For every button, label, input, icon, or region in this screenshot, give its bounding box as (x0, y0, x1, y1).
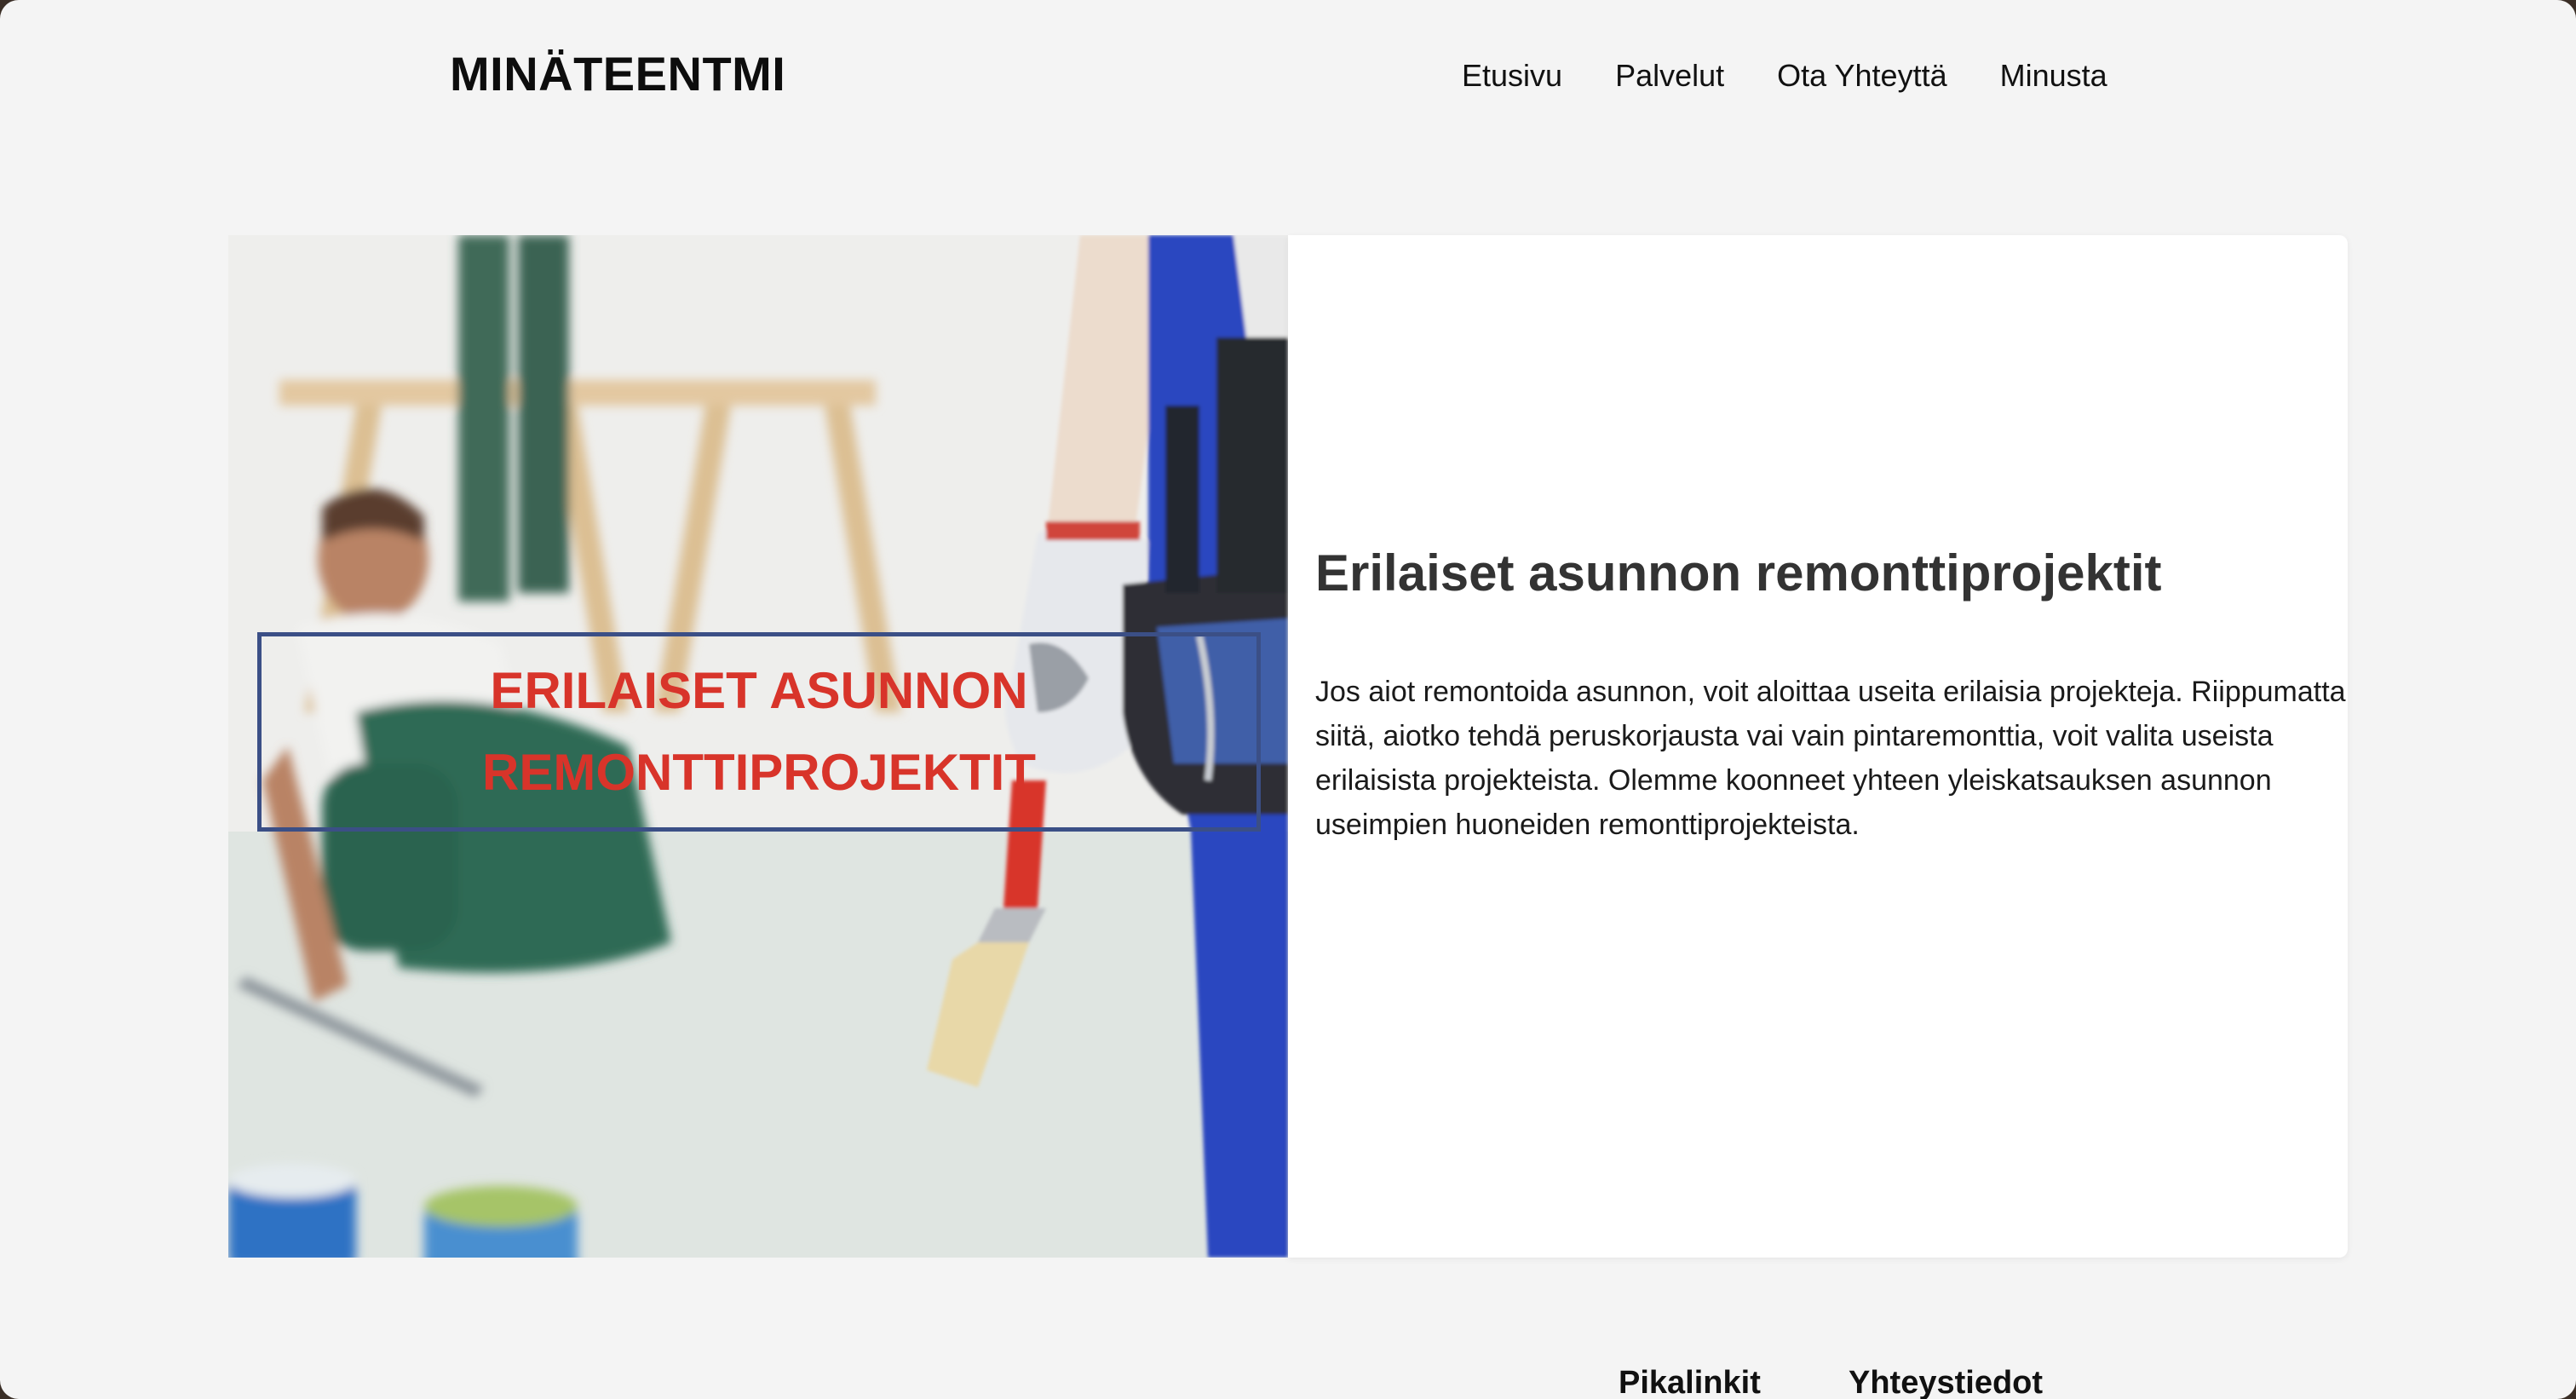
nav-link-palvelut[interactable]: Palvelut (1615, 58, 1724, 94)
hero-section: ERILAISET ASUNNON REMONTTIPROJEKTIT Eril… (228, 235, 2348, 1258)
nav-link-minusta[interactable]: Minusta (2000, 58, 2107, 94)
main-nav: Etusivu Palvelut Ota Yhteyttä Minusta (1462, 58, 2107, 94)
nav-link-etusivu[interactable]: Etusivu (1462, 58, 1562, 94)
hero-paragraph: Jos aiot remontoida asunnon, voit aloitt… (1315, 676, 2346, 841)
page: MINÄTEENTMI Etusivu Palvelut Ota Yhteytt… (0, 0, 2576, 1399)
hero-heading: Erilaiset asunnon remonttiprojektit (1315, 544, 2162, 602)
hero-overlay-title: ERILAISET ASUNNON REMONTTIPROJEKTIT (481, 662, 1036, 801)
footer-quicklinks-title: Pikalinkit (1619, 1365, 1761, 1399)
nav-link-ota-yhteytta[interactable]: Ota Yhteyttä (1777, 58, 1946, 94)
hero-image: ERILAISET ASUNNON REMONTTIPROJEKTIT (228, 235, 1288, 1258)
footer-contact-title: Yhteystiedot (1849, 1365, 2044, 1399)
hero-overlay-box: ERILAISET ASUNNON REMONTTIPROJEKTIT (257, 632, 1261, 832)
hero-text-card: Erilaiset asunnon remonttiprojektit Jos … (1288, 235, 2348, 1258)
site-logo[interactable]: MINÄTEENTMI (450, 46, 785, 101)
